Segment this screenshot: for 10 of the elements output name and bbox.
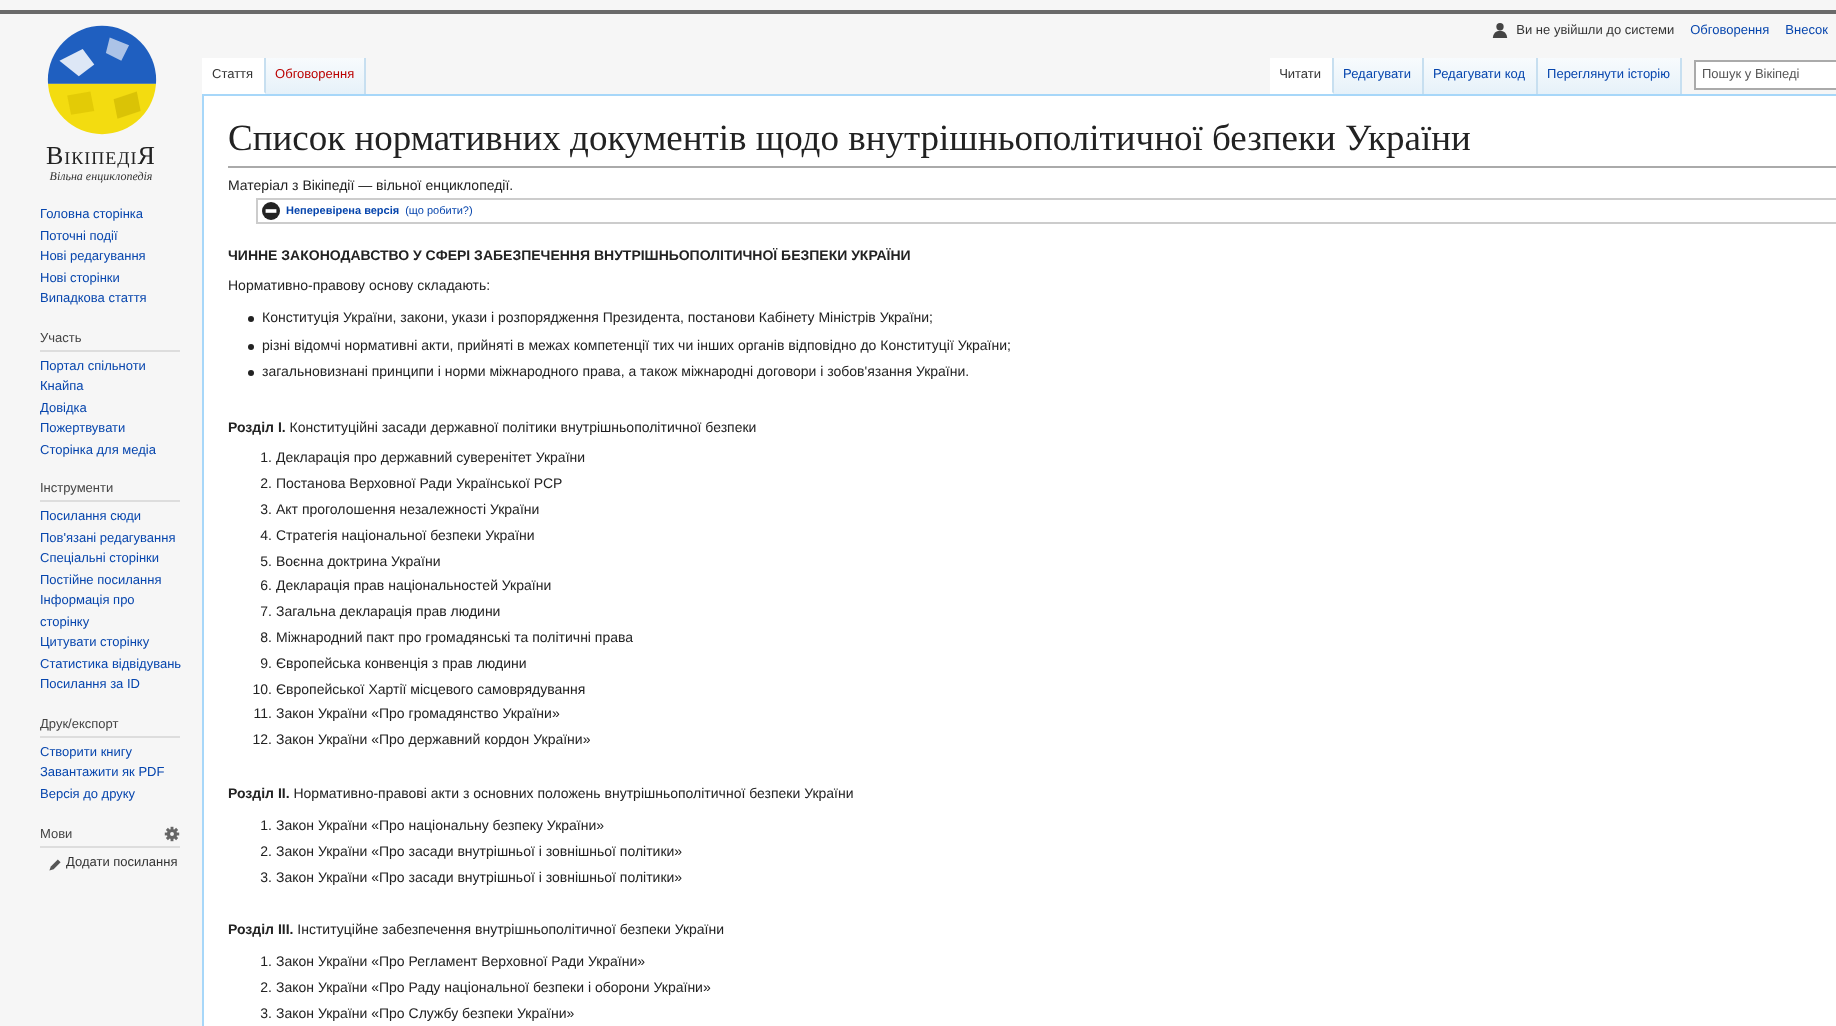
bullet-icon [248,343,254,350]
no-entry-icon [262,202,280,220]
pencil-icon [48,857,62,872]
bullet-icon [248,370,254,377]
bullet-icon [248,316,254,323]
page-title: Список нормативних документів щодо внутрішньополітичної безпеки України [228,116,1836,168]
user-icon [1492,22,1509,38]
wiki-wordmark: ВікіпедіЯ [46,142,156,170]
settings-icon[interactable] [164,826,180,842]
globe-logo-icon[interactable] [43,22,159,138]
